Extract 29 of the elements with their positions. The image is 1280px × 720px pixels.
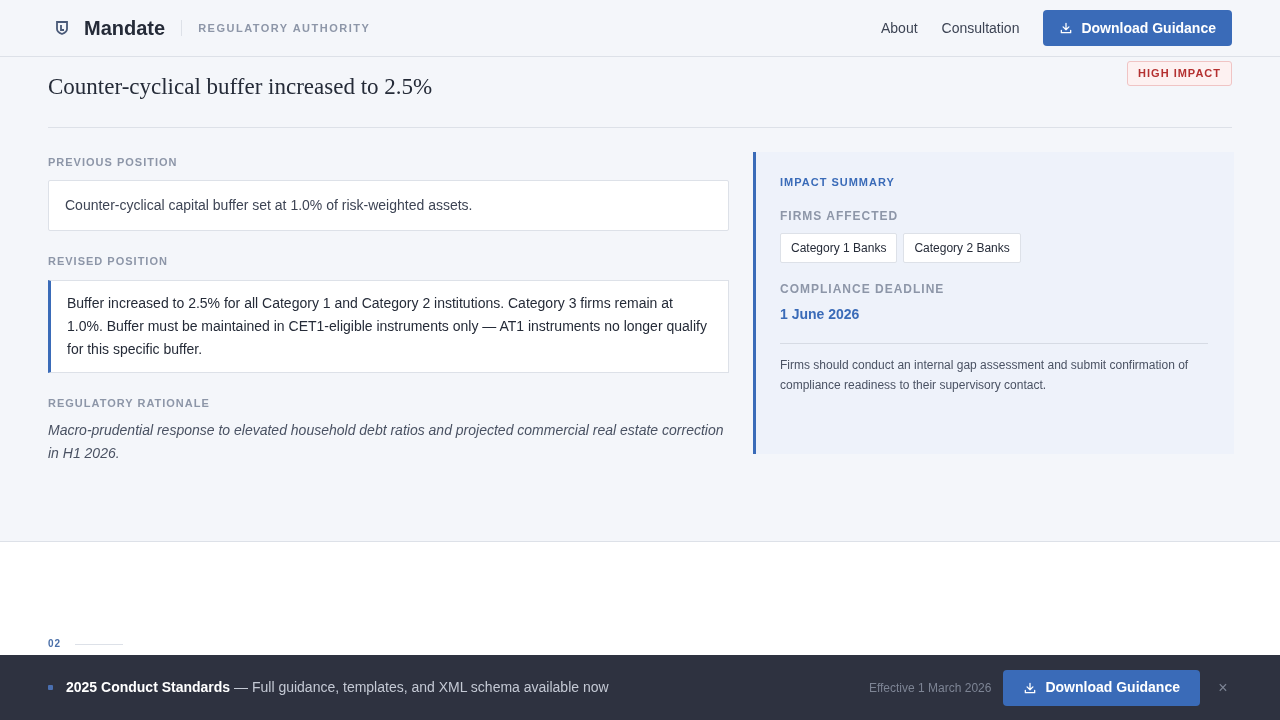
section-label: REVISED POSITION bbox=[48, 254, 169, 269]
section-label: REGULATORY RATIONALE bbox=[48, 395, 211, 411]
nav-link[interactable]: About bbox=[881, 17, 918, 39]
revised-position-text: Buffer increased to 2.5% for all Category 1 and Category 2 institutions. Category 3 firms remain at 1.0%. Buffer must be maintained in CET1-eligible instruments only — AT1 instruments no longer qualify for this specific buffer. bbox=[48, 279, 729, 373]
summary-label: COMPLIANCE DEADLINE bbox=[780, 281, 946, 298]
download-icon bbox=[1059, 21, 1074, 35]
banner-message: 2025 Conduct Standards — Full guidance, templates, and XML schema available now bbox=[66, 678, 609, 697]
previous-position-text: Counter-cyclical capital buffer set at 1.0% of risk-weighted assets. bbox=[48, 180, 729, 231]
summary-label: FIRMS AFFECTED bbox=[780, 208, 900, 225]
download-button[interactable]: Download Guidance bbox=[1043, 10, 1232, 46]
summary-note: Firms should conduct an internal gap assessment and submit confirmation of compliance readiness to their supervisory contact. bbox=[780, 357, 1190, 394]
deadline-date: 1 June 2026 bbox=[780, 305, 861, 324]
shield-logo-icon bbox=[54, 20, 70, 36]
firm-tag: Category 2 Banks bbox=[903, 233, 1021, 263]
brand-tagline: REGULATORY AUTHORITY bbox=[198, 20, 371, 36]
effective-date: Effective 1 March 2026 bbox=[868, 679, 992, 697]
download-icon bbox=[1023, 680, 1038, 695]
summary-title: IMPACT SUMMARY bbox=[780, 174, 896, 190]
section-label: PREVIOUS POSITION bbox=[48, 154, 179, 170]
rationale-text: Macro-prudential response to elevated household debt ratios and projected commercial real estate correction in H1 2026. bbox=[48, 421, 725, 463]
download-button[interactable]: Download Guidance bbox=[1003, 669, 1200, 706]
firm-tag: Category 1 Banks bbox=[780, 233, 898, 263]
change-title: Counter-cyclical buffer increased to 2.5% bbox=[48, 73, 433, 101]
brand-name[interactable]: Mandate bbox=[84, 13, 166, 43]
close-button[interactable]: × bbox=[1214, 675, 1232, 700]
nav-link[interactable]: Consultation bbox=[941, 17, 1020, 39]
bullet-icon bbox=[48, 685, 53, 690]
section-number: 02 bbox=[48, 637, 62, 651]
impact-badge: HIGH IMPACT bbox=[1127, 61, 1232, 86]
